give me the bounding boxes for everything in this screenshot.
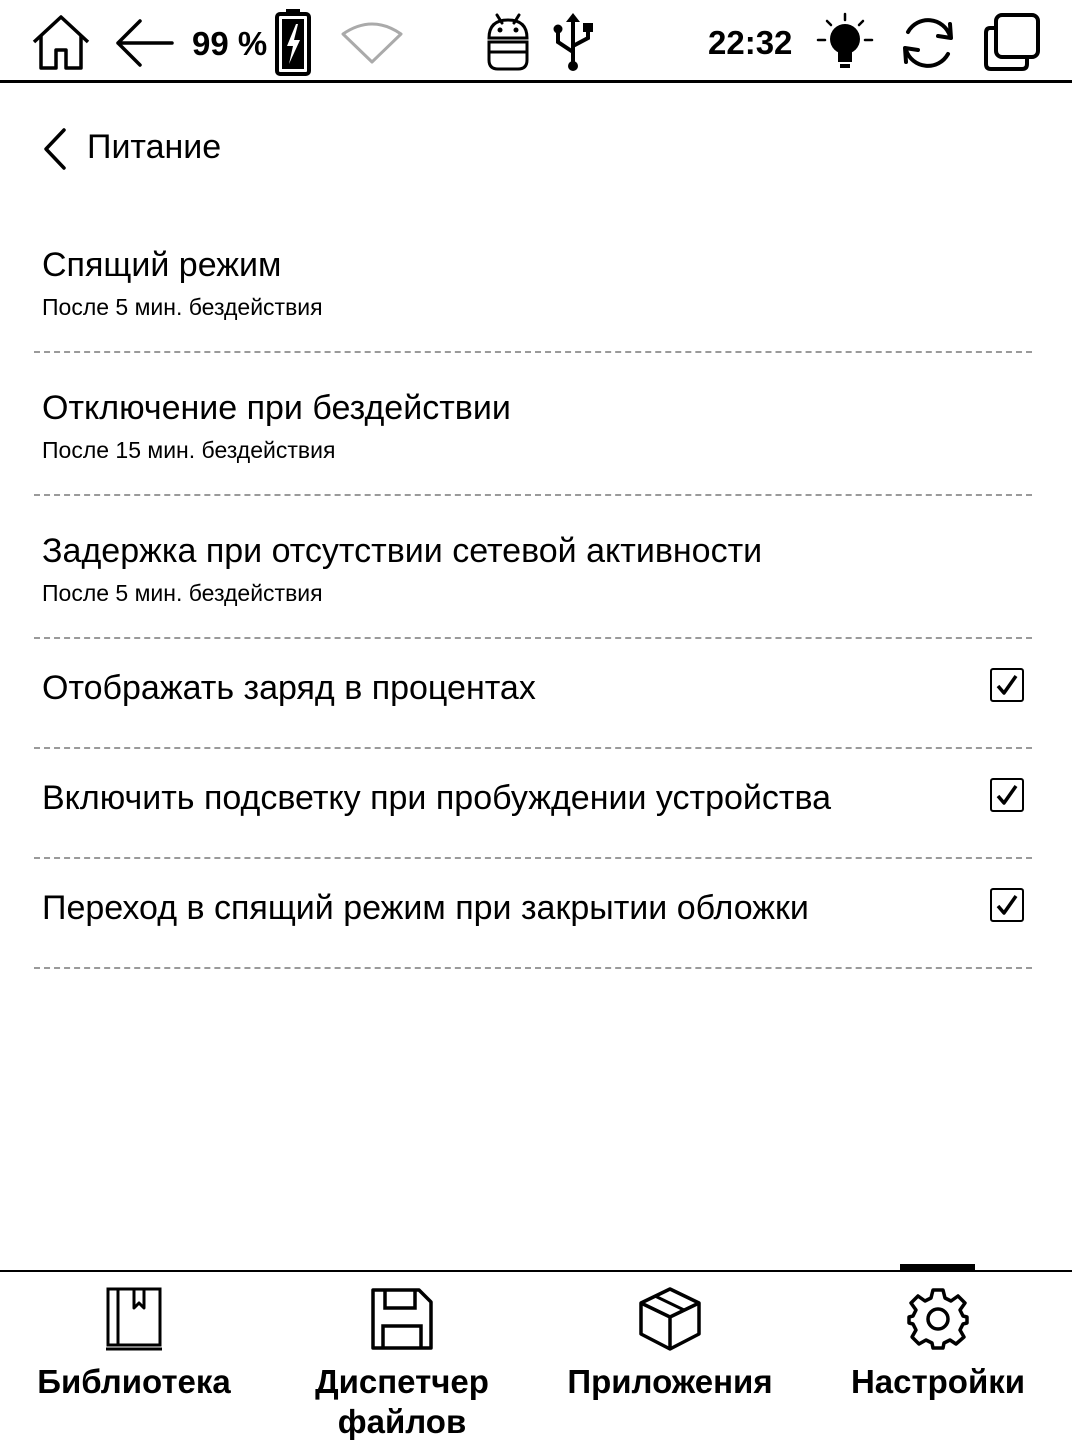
active-tab-indicator: [900, 1264, 975, 1270]
nav-apps[interactable]: Приложения: [536, 1272, 804, 1448]
nav-label: Настройки: [850, 1363, 1026, 1400]
wifi-icon[interactable]: [340, 20, 404, 64]
nav-label: Диспетчер файлов: [268, 1362, 536, 1442]
setting-sleep-mode[interactable]: Спящий режим После 5 мин. бездействия: [34, 210, 1032, 353]
home-icon[interactable]: [30, 12, 92, 72]
sleep-on-cover-close-checkbox[interactable]: [990, 888, 1024, 922]
multitask-icon[interactable]: [982, 12, 1042, 72]
android-icon: [484, 12, 532, 72]
battery-percent: 99 %: [192, 25, 268, 62]
back-arrow-icon[interactable]: [114, 18, 174, 68]
chevron-left-icon[interactable]: [38, 124, 78, 174]
show-battery-percent-checkbox[interactable]: [990, 668, 1024, 702]
setting-network-idle-delay[interactable]: Задержка при отсутствии сетевой активнос…: [34, 496, 1032, 639]
setting-title: Задержка при отсутствии сетевой активнос…: [42, 532, 763, 570]
setting-title: Включить подсветку при пробуждении устро…: [42, 779, 832, 817]
status-bar: 99 % 22:32: [0, 0, 1072, 83]
setting-subtitle: После 5 мин. бездействия: [42, 294, 323, 320]
library-book-icon: [102, 1286, 166, 1357]
setting-title: Переход в спящий режим при закрытии обло…: [42, 889, 809, 927]
floppy-disk-icon: [369, 1286, 435, 1357]
battery-charging-icon: [274, 8, 312, 76]
gear-icon: [905, 1286, 971, 1357]
cube-icon: [637, 1286, 703, 1357]
nav-file-manager[interactable]: Диспетчер файлов: [268, 1272, 536, 1448]
setting-power-off-idle[interactable]: Отключение при бездействии После 15 мин.…: [34, 353, 1032, 496]
light-on-wake-checkbox[interactable]: [990, 778, 1024, 812]
setting-title: Отображать заряд в процентах: [42, 669, 536, 707]
nav-settings[interactable]: Настройки: [804, 1272, 1072, 1448]
clock: 22:32: [708, 24, 793, 61]
screen: 99 % 22:32 Питание Спящий режим После 5 …: [0, 0, 1072, 1448]
usb-icon: [552, 12, 594, 72]
setting-subtitle: После 5 мин. бездействия: [42, 580, 323, 606]
nav-label: Библиотека: [37, 1363, 231, 1400]
setting-sleep-on-cover-close[interactable]: Переход в спящий режим при закрытии обло…: [34, 859, 1032, 969]
refresh-icon[interactable]: [898, 14, 958, 72]
page-header: Питание: [0, 120, 1072, 180]
nav-label: Приложения: [567, 1363, 773, 1400]
setting-title: Спящий режим: [42, 246, 282, 284]
nav-label-line1: Диспетчер: [315, 1363, 489, 1400]
bottom-navigation: Библиотека Диспетчер файлов Приложения Н…: [0, 1264, 1072, 1448]
setting-light-on-wake[interactable]: Включить подсветку при пробуждении устро…: [34, 749, 1032, 859]
frontlight-icon[interactable]: [816, 12, 874, 72]
settings-list: Спящий режим После 5 мин. бездействия От…: [34, 210, 1032, 969]
page-title: Питание: [87, 128, 222, 166]
setting-show-battery-percent[interactable]: Отображать заряд в процентах: [34, 639, 1032, 749]
setting-subtitle: После 15 мин. бездействия: [42, 437, 336, 463]
setting-title: Отключение при бездействии: [42, 389, 511, 427]
nav-label-line2: файлов: [337, 1403, 467, 1440]
nav-library[interactable]: Библиотека: [0, 1272, 268, 1448]
